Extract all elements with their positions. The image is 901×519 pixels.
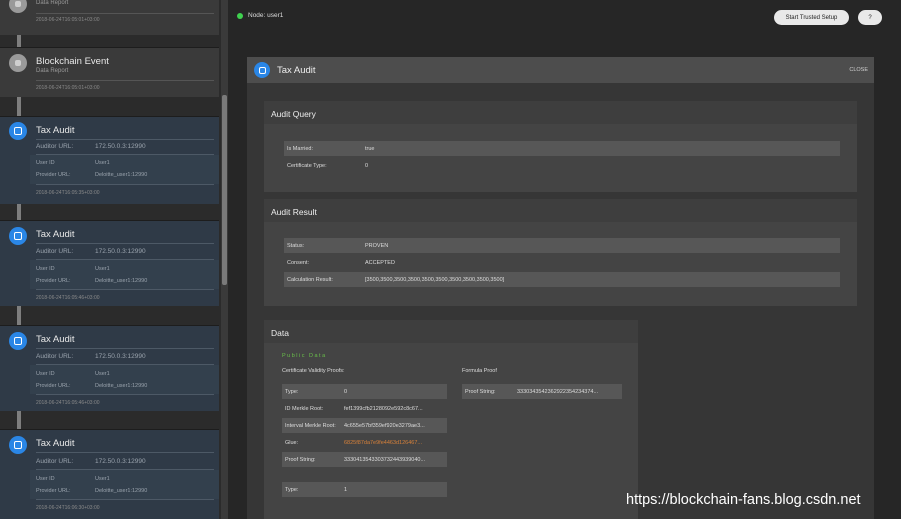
card-date: 2018-06-24T16:05:35+03:00 <box>36 190 100 196</box>
result-row: Status: PROVEN <box>284 238 840 253</box>
card-divider <box>36 184 214 185</box>
panel-header: Data <box>264 320 638 343</box>
card-details-block <box>30 365 219 394</box>
timeline-card-tax-audit[interactable]: Tax Audit Auditor URL: 172.50.0.3:12990 U… <box>0 116 219 204</box>
type-row: Type: 1 <box>282 482 447 497</box>
card-divider <box>36 499 214 500</box>
public-data-label: Public Data <box>282 353 327 359</box>
auditor-url-row: Auditor URL: 172.50.0.3:12990 <box>36 353 146 360</box>
card-subtitle: Data Report <box>36 68 69 74</box>
card-divider <box>36 13 214 14</box>
user-id-row: User ID User1 <box>36 266 110 272</box>
node-status-dot-icon <box>237 13 243 19</box>
card-title: Tax Audit <box>36 125 75 136</box>
card-details-block <box>30 260 219 289</box>
card-subtitle: Data Report <box>36 0 69 6</box>
card-date: 2018-06-24T16:05:01+03:00 <box>36 17 100 23</box>
timeline-card-tax-audit[interactable]: Tax Audit Auditor URL: 172.50.0.3:12990 U… <box>0 429 219 519</box>
panel-title: Audit Result <box>271 207 317 217</box>
tax-audit-icon <box>9 332 27 350</box>
validity-row: Glue: 6825f87da7e9fe4463d126467... <box>285 440 422 446</box>
user-id-row: User ID User1 <box>36 476 110 482</box>
validity-row: Interval Merkle Root: 4c655e57bf359ef920e… <box>282 418 447 433</box>
card-date: 2018-06-24T16:05:01+03:00 <box>36 85 100 91</box>
card-divider <box>36 348 214 349</box>
card-title: Tax Audit <box>36 229 75 240</box>
card-details-block <box>30 155 219 184</box>
dialog-header: Tax Audit CLOSE <box>247 57 874 83</box>
user-id-row: User ID User1 <box>36 160 110 166</box>
event-timeline-sidebar: Data Report 2018-06-24T16:05:01+03:00 Bl… <box>0 0 221 519</box>
help-button[interactable]: ? <box>858 10 882 25</box>
provider-url-row: Provider URL: Deloitte_user1:12990 <box>36 278 148 284</box>
timeline-card-data-report[interactable]: Data Report 2018-06-24T16:05:01+03:00 <box>0 0 219 35</box>
result-row: Consent: ACCEPTED <box>287 260 395 266</box>
provider-url-row: Provider URL: Deloitte_user1:12990 <box>36 488 148 494</box>
card-divider <box>36 452 214 453</box>
event-node-icon <box>9 0 27 13</box>
tax-audit-icon <box>9 122 27 140</box>
timeline-card-tax-audit[interactable]: Tax Audit Auditor URL: 172.50.0.3:12990 U… <box>0 325 219 411</box>
card-title: Blockchain Event <box>36 56 109 67</box>
query-row: Certificate Type: 0 <box>287 163 369 169</box>
timeline-card-blockchain-event[interactable]: Blockchain Event Data Report 2018-06-24T… <box>0 47 219 97</box>
tax-audit-icon <box>254 62 270 78</box>
panel-title: Data <box>271 328 289 338</box>
dialog-title: Tax Audit <box>277 65 316 76</box>
validity-row: ID Merkle Root: fef1399cfb2128092e592c8c6… <box>285 406 423 412</box>
auditor-url-row: Auditor URL: 172.50.0.3:12990 <box>36 143 146 150</box>
event-node-icon <box>9 54 27 72</box>
timeline-card-tax-audit[interactable]: Tax Audit Auditor URL: 172.50.0.3:12990 U… <box>0 220 219 306</box>
card-date: 2018-06-24T16:05:46+03:00 <box>36 400 100 406</box>
tax-audit-dialog: Tax Audit CLOSE Audit Query Is Married: t… <box>247 57 874 519</box>
close-button[interactable]: CLOSE <box>849 67 868 73</box>
formula-proof-heading: Formula Proof <box>462 368 497 374</box>
provider-url-row: Provider URL: Deloitte_user1:12990 <box>36 172 148 178</box>
node-label: Node: user1 <box>248 12 284 19</box>
tax-audit-icon <box>9 436 27 454</box>
card-title: Tax Audit <box>36 334 75 345</box>
user-id-row: User ID User1 <box>36 371 110 377</box>
card-divider <box>36 394 214 395</box>
provider-url-row: Provider URL: Deloitte_user1:12990 <box>36 383 148 389</box>
panel-header: Audit Result <box>264 199 857 222</box>
card-divider <box>36 139 214 140</box>
panel-title: Audit Query <box>271 109 316 119</box>
panel-header: Audit Query <box>264 101 857 124</box>
card-divider <box>36 80 214 81</box>
query-row: Is Married: true <box>284 141 840 156</box>
tax-audit-icon <box>9 227 27 245</box>
card-date: 2018-06-24T16:05:46+03:00 <box>36 295 100 301</box>
auditor-url-row: Auditor URL: 172.50.0.3:12990 <box>36 248 146 255</box>
audit-query-panel: Audit Query Is Married: true Certificate … <box>264 101 857 192</box>
result-row: Calculation Result: [3500,3500,3500,3500,… <box>284 272 840 287</box>
card-details-block <box>30 470 219 499</box>
card-title: Tax Audit <box>36 438 75 449</box>
card-date: 2018-06-24T16:06:30+03:00 <box>36 505 100 511</box>
audit-result-panel: Audit Result Status: PROVEN Consent: ACCEP… <box>264 199 857 306</box>
validity-proofs-heading: Certificate Validity Proofs: <box>282 368 345 374</box>
validity-row: Type: 0 <box>282 384 447 399</box>
sidebar-scroll-thumb[interactable] <box>222 95 227 285</box>
card-divider <box>36 289 214 290</box>
formula-row: Proof String: 3330343542362922354234374..… <box>462 384 622 399</box>
validity-row: Proof String: 3330413543303732443939040..… <box>282 452 447 467</box>
data-panel: Data Public Data Certificate Validity Pr… <box>264 320 638 519</box>
auditor-url-row: Auditor URL: 172.50.0.3:12990 <box>36 458 146 465</box>
start-trusted-setup-button[interactable]: Start Trusted Setup <box>774 10 849 25</box>
watermark: https://blockchain-fans.blog.csdn.net <box>626 492 861 508</box>
top-bar: Node: user1 Start Trusted Setup ? <box>228 0 901 35</box>
card-divider <box>36 243 214 244</box>
